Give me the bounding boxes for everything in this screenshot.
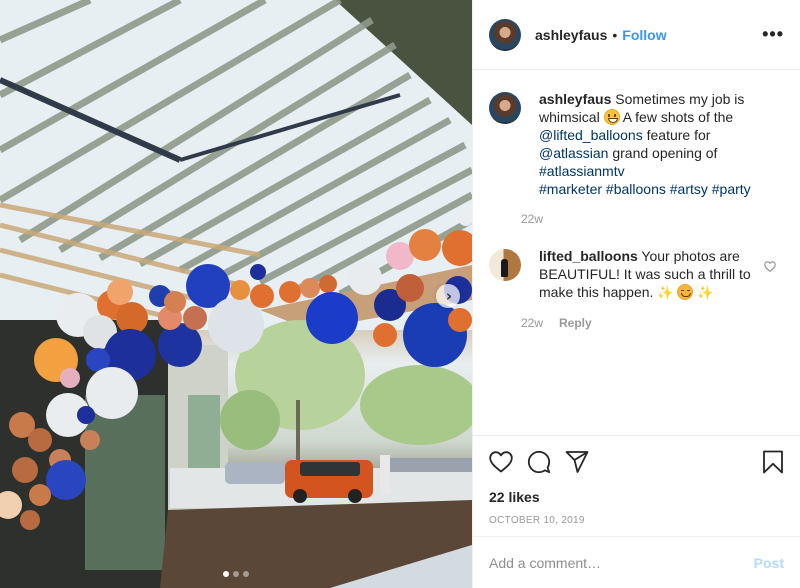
likes-count[interactable]: 22 likes xyxy=(489,489,784,505)
heart-icon[interactable] xyxy=(489,451,513,473)
carousel-dot-1 xyxy=(223,571,229,577)
comments-section: ashleyfaus Sometimes my job is whimsical… xyxy=(473,70,800,435)
caption-text: ashleyfaus Sometimes my job is whimsical… xyxy=(539,90,769,198)
carousel-dot-2 xyxy=(233,571,239,577)
carousel-dots xyxy=(0,571,472,577)
author-username[interactable]: ashleyfaus xyxy=(535,27,607,43)
mention-lifted-balloons[interactable]: @lifted_balloons xyxy=(539,127,643,143)
carousel-dot-3 xyxy=(243,571,249,577)
hashtag-atlassianmtv[interactable]: #atlassianmtv xyxy=(539,163,625,179)
comment-input[interactable] xyxy=(489,554,754,571)
post-details-panel: ashleyfaus • Follow ••• ashleyfaus Somet… xyxy=(472,0,800,588)
reply-button[interactable]: Reply xyxy=(559,316,592,330)
bookmark-icon[interactable] xyxy=(762,450,784,474)
add-comment-bar: Post xyxy=(473,536,800,588)
caption-meta: 22w xyxy=(521,212,769,226)
caption-avatar[interactable] xyxy=(489,92,521,124)
sparkles-emoji-icon: ✨ xyxy=(697,285,714,300)
carousel-next-button[interactable]: › xyxy=(436,284,460,308)
smiling-face-emoji-icon xyxy=(677,284,694,300)
post-actions: 22 likes OCTOBER 10, 2019 xyxy=(473,435,800,536)
post-header: ashleyfaus • Follow ••• xyxy=(473,0,800,70)
hashtag-balloons[interactable]: #balloons xyxy=(606,181,666,197)
grinning-face-emoji-icon xyxy=(603,109,620,125)
more-options-icon[interactable]: ••• xyxy=(762,24,784,45)
caption-text-part: A few shots of the xyxy=(619,109,734,125)
chevron-right-icon: › xyxy=(445,286,453,305)
caption: ashleyfaus Sometimes my job is whimsical… xyxy=(489,90,784,226)
sparkles-emoji-icon: ✨ xyxy=(657,285,674,300)
hashtag-marketer[interactable]: #marketer xyxy=(539,181,602,197)
mention-atlassian[interactable]: @atlassian xyxy=(539,145,608,161)
comment-icon[interactable] xyxy=(527,450,551,474)
photo-scene xyxy=(0,0,472,588)
caption-text-part: grand opening of xyxy=(608,145,718,161)
post-date[interactable]: OCTOBER 10, 2019 xyxy=(489,515,784,526)
comment-item: lifted_balloons Your photos are BEAUTIFU… xyxy=(489,247,784,330)
post-photo[interactable]: › xyxy=(0,0,472,588)
comment-meta: 22w Reply xyxy=(521,316,769,330)
caption-username[interactable]: ashleyfaus xyxy=(539,91,611,107)
comment-like-heart-icon[interactable] xyxy=(764,259,776,277)
comment-username[interactable]: lifted_balloons xyxy=(539,248,638,264)
author-avatar[interactable] xyxy=(489,18,521,51)
header-separator: • xyxy=(612,26,618,43)
caption-text-part: feature for xyxy=(642,127,711,143)
comment-age[interactable]: 22w xyxy=(521,316,543,330)
comment-text: lifted_balloons Your photos are BEAUTIFU… xyxy=(539,247,769,302)
action-icon-row xyxy=(489,436,784,488)
caption-age[interactable]: 22w xyxy=(521,212,543,226)
commenter-avatar[interactable] xyxy=(489,249,521,281)
follow-button[interactable]: Follow xyxy=(622,27,666,43)
hashtag-artsy[interactable]: #artsy xyxy=(670,181,708,197)
share-icon[interactable] xyxy=(565,450,589,474)
hashtag-party[interactable]: #party xyxy=(712,181,751,197)
post-comment-button[interactable]: Post xyxy=(754,555,784,571)
